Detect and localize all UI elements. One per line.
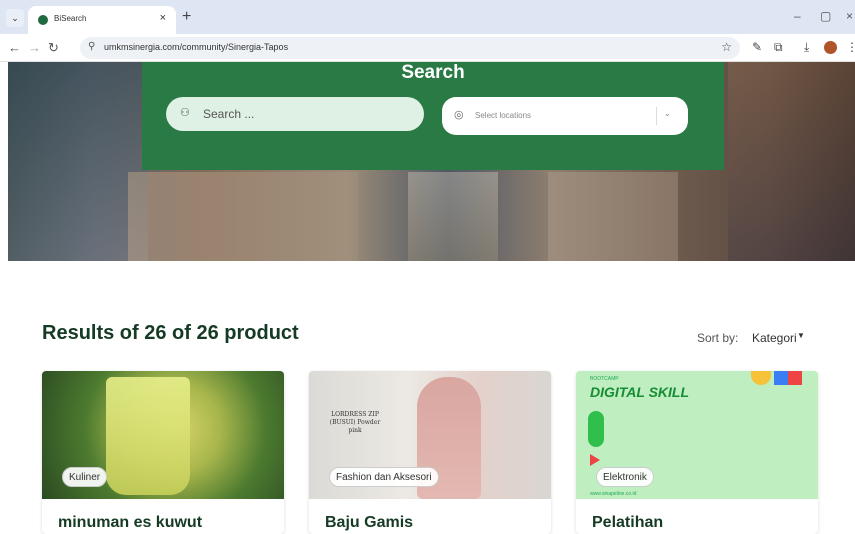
site-info-icon[interactable]: ⚲: [88, 41, 95, 52]
product-card[interactable]: BOOTCAMP DIGITAL SKILL www.sinapeline.co…: [576, 371, 818, 534]
browser-tab[interactable]: BiSearch ×: [28, 6, 176, 34]
sort-label: Sort by:: [697, 331, 739, 345]
divider: [656, 107, 657, 125]
chevron-down-icon[interactable]: ⌄: [664, 109, 671, 118]
search-title: Search: [401, 62, 465, 83]
close-window-button[interactable]: ×: [846, 9, 853, 23]
image-caption: LORDRESS ZIP (BUSUI) Powder pink: [329, 411, 381, 434]
new-tab-button[interactable]: +: [182, 8, 191, 26]
product-card[interactable]: LORDRESS ZIP (BUSUI) Powder pink Fashion…: [309, 371, 551, 534]
caret-down-icon[interactable]: ▼: [797, 331, 805, 340]
category-badge: Kuliner: [62, 467, 108, 487]
location-select[interactable]: ◎ Select locations ⌄: [442, 97, 688, 135]
user-icon: ⚇: [180, 107, 190, 119]
bookmark-star-icon[interactable]: ☆: [721, 40, 732, 54]
forward-icon[interactable]: →: [28, 40, 41, 55]
browser-tab-bar: ⌄ BiSearch × + – ▢ ×: [0, 0, 855, 34]
sort-dropdown[interactable]: Kategori: [752, 331, 797, 345]
browser-toolbar: ← → ↻ ⚲ umkmsinergia.com/community/Siner…: [0, 34, 855, 62]
back-icon[interactable]: ←: [8, 40, 21, 55]
menu-icon[interactable]: ⋮: [846, 40, 855, 54]
tab-title: BiSearch: [54, 14, 87, 23]
product-name[interactable]: Baju Gamis: [325, 514, 413, 532]
product-name[interactable]: Pelatihan: [592, 514, 663, 532]
image-url: www.sinapeline.co.id: [590, 491, 637, 497]
search-panel: Search ⚇ Search ... ◎ Select locations ⌄: [142, 62, 724, 170]
product-card[interactable]: Kuliner minuman es kuwut: [42, 371, 284, 534]
search-placeholder: Search ...: [203, 107, 255, 121]
search-input[interactable]: ⚇ Search ...: [166, 97, 424, 131]
maximize-button[interactable]: ▢: [820, 9, 831, 23]
extensions-icon[interactable]: ⧉: [774, 40, 783, 55]
location-placeholder: Select locations: [475, 111, 532, 120]
reload-icon[interactable]: ↻: [48, 40, 59, 56]
tab-close-button[interactable]: ×: [160, 12, 166, 24]
results-title: Results of 26 of 26 product: [42, 322, 299, 344]
pen-icon[interactable]: ✎: [752, 40, 762, 54]
download-icon[interactable]: ⤓: [804, 40, 809, 55]
image-label: BOOTCAMP: [590, 376, 619, 382]
url-text[interactable]: umkmsinergia.com/community/Sinergia-Tapo…: [104, 42, 288, 52]
product-name[interactable]: minuman es kuwut: [58, 514, 202, 532]
favicon-icon: [38, 15, 48, 25]
image-title: DIGITAL SKILL: [590, 384, 690, 400]
location-pin-icon: ◎: [454, 109, 464, 121]
profile-avatar[interactable]: [824, 41, 837, 54]
minimize-button[interactable]: –: [794, 9, 801, 23]
tab-search-menu-button[interactable]: ⌄: [6, 9, 24, 27]
address-bar[interactable]: ⚲ umkmsinergia.com/community/Sinergia-Ta…: [80, 37, 740, 59]
category-badge: Elektronik: [596, 467, 654, 487]
category-badge: Fashion dan Aksesori: [329, 467, 439, 487]
